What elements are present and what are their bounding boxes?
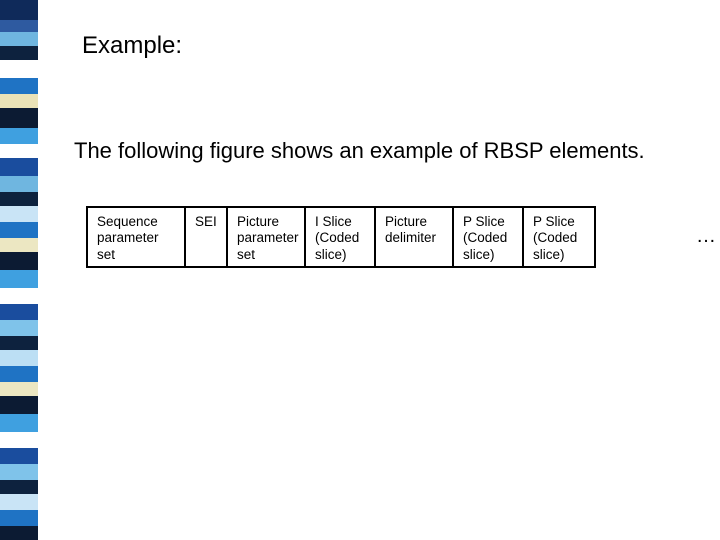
rbsp-cell-p-slice-2: P Slice (Coded slice) bbox=[524, 208, 594, 266]
slide: Example: The following figure shows an e… bbox=[0, 0, 720, 540]
deco-block bbox=[0, 206, 38, 222]
deco-block bbox=[0, 396, 38, 414]
deco-block bbox=[0, 526, 38, 540]
deco-block bbox=[0, 0, 38, 20]
deco-block bbox=[0, 448, 38, 464]
slide-heading: Example: bbox=[82, 32, 182, 60]
deco-block bbox=[0, 494, 38, 510]
deco-block bbox=[0, 270, 38, 288]
deco-block bbox=[0, 32, 38, 46]
deco-block bbox=[0, 464, 38, 480]
deco-block bbox=[0, 382, 38, 396]
deco-block bbox=[0, 366, 38, 382]
rbsp-cell-p-slice-1: P Slice (Coded slice) bbox=[454, 208, 524, 266]
deco-block bbox=[0, 288, 38, 304]
deco-block bbox=[0, 510, 38, 526]
rbsp-elements-row: Sequence parameter set SEI Picture param… bbox=[86, 206, 596, 268]
deco-block bbox=[0, 176, 38, 192]
deco-block bbox=[0, 414, 38, 432]
deco-block bbox=[0, 336, 38, 350]
deco-block bbox=[0, 158, 38, 176]
deco-block bbox=[0, 60, 38, 78]
intro-text: The following figure shows an example of… bbox=[74, 138, 645, 164]
deco-block bbox=[0, 108, 38, 128]
decorative-left-bar bbox=[0, 0, 38, 540]
deco-block bbox=[0, 304, 38, 320]
deco-block bbox=[0, 192, 38, 206]
deco-block bbox=[0, 94, 38, 108]
deco-block bbox=[0, 222, 38, 238]
deco-block bbox=[0, 320, 38, 336]
deco-block bbox=[0, 78, 38, 94]
rbsp-cell-picture-parameter-set: Picture parameter set bbox=[228, 208, 306, 266]
deco-block bbox=[0, 350, 38, 366]
deco-block bbox=[0, 252, 38, 270]
deco-block bbox=[0, 480, 38, 494]
deco-block bbox=[0, 20, 38, 32]
deco-block bbox=[0, 144, 38, 158]
ellipsis-icon: … bbox=[696, 225, 718, 248]
deco-block bbox=[0, 432, 38, 448]
deco-block bbox=[0, 128, 38, 144]
deco-block bbox=[0, 238, 38, 252]
rbsp-cell-sei: SEI bbox=[186, 208, 228, 266]
rbsp-cell-picture-delimiter: Picture delimiter bbox=[376, 208, 454, 266]
rbsp-cell-sequence-parameter-set: Sequence parameter set bbox=[88, 208, 186, 266]
deco-block bbox=[0, 46, 38, 60]
rbsp-cell-i-slice: I Slice (Coded slice) bbox=[306, 208, 376, 266]
